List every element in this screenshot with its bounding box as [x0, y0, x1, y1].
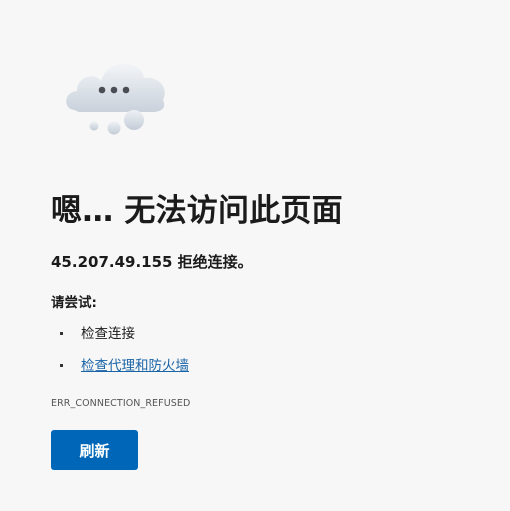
error-summary: 45.207.49.155 拒绝连接。 [51, 253, 253, 271]
bullet [60, 332, 63, 335]
cloud-with-ellipsis-icon [66, 63, 165, 135]
error-code: ERR_CONNECTION_REFUSED [51, 398, 191, 409]
suggestion-list: 检查连接 检查代理和防火墙 [51, 318, 189, 382]
bullet [60, 364, 63, 367]
refresh-button[interactable]: 刷新 [51, 430, 138, 470]
try-heading: 请尝试: [51, 295, 97, 311]
check-proxy-firewall-link[interactable]: 检查代理和防火墙 [81, 358, 189, 374]
suggestion-check-connection-label: 检查连接 [81, 326, 135, 342]
page-title: 嗯… 无法访问此页面 [51, 193, 343, 229]
suggestion-check-proxy-firewall: 检查代理和防火墙 [51, 350, 189, 382]
suggestion-check-connection: 检查连接 [51, 318, 189, 350]
